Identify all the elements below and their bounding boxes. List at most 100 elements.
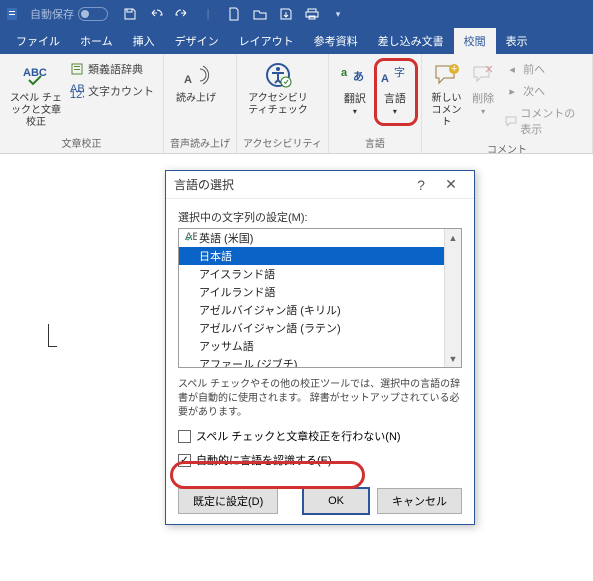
print-icon[interactable] — [304, 6, 320, 22]
delete-icon — [467, 59, 499, 91]
group-proofing: ABC スペル チェックと文章校正 類義語辞典 ABC123文字カウント 文章校… — [0, 54, 164, 153]
saveas-icon[interactable] — [278, 6, 294, 22]
tab-mailings[interactable]: 差し込み文書 — [368, 28, 454, 54]
tab-insert[interactable]: 挿入 — [123, 28, 165, 54]
qat-more-icon[interactable]: ▾ — [330, 6, 346, 22]
language-dialog: 言語の選択 ? ✕ 選択中の文字列の設定(M): ABC英語 (米国)日本語アイ… — [165, 170, 475, 525]
language-icon: A字 — [379, 59, 411, 91]
close-button[interactable]: ✕ — [436, 176, 466, 193]
language-label: 言語▾ — [384, 93, 406, 118]
group-a11y-label: アクセシビリティ — [243, 133, 322, 152]
group-a11y: アクセシビリティチェック アクセシビリティ — [237, 54, 329, 153]
nextcomment-button[interactable]: ▸次へ — [501, 81, 586, 101]
dialog-title: 言語の選択 — [174, 176, 406, 193]
language-button[interactable]: A字 言語▾ — [375, 57, 415, 120]
save-icon[interactable] — [122, 6, 138, 22]
group-speech: A 読み上げ 音声読み上げ — [164, 54, 237, 153]
tab-home[interactable]: ホーム — [70, 28, 123, 54]
thesaurus-button[interactable]: 類義語辞典 — [66, 59, 157, 79]
tab-design[interactable]: デザイン — [165, 28, 229, 54]
group-comments: + 新しいコメント 削除▾ ◂前へ ▸次へ コメントの表示 コメント — [422, 54, 593, 153]
wordcount-button[interactable]: ABC123文字カウント — [66, 81, 157, 101]
svg-text:A: A — [381, 73, 389, 85]
readaloud-icon: A — [180, 59, 212, 91]
app-icon — [4, 4, 24, 24]
a11y-button[interactable]: アクセシビリティチェック — [243, 57, 313, 119]
language-option[interactable]: アゼルバイジャン語 (ラテン) — [179, 319, 461, 337]
svg-text:123: 123 — [70, 89, 84, 98]
translate-icon: aあ — [339, 59, 371, 91]
dialog-header: 言語の選択 ? ✕ — [166, 171, 474, 199]
a11y-icon — [262, 59, 294, 91]
group-comments-label: コメント — [428, 139, 586, 158]
toggle-pill-icon — [78, 7, 108, 21]
scroll-down-icon[interactable]: ▼ — [445, 350, 461, 367]
list-label: 選択中の文字列の設定(M): — [178, 209, 462, 225]
deletecomment-button[interactable]: 削除▾ — [465, 57, 501, 120]
ribbon: ABC スペル チェックと文章校正 類義語辞典 ABC123文字カウント 文章校… — [0, 54, 593, 154]
undo-icon[interactable] — [148, 6, 164, 22]
readaloud-label: 読み上げ — [176, 93, 216, 105]
autosave-toggle[interactable]: 自動保存 — [30, 6, 108, 22]
language-option[interactable]: アイスランド語 — [179, 265, 461, 283]
readaloud-button[interactable]: A 読み上げ — [170, 57, 222, 107]
prevcomment-button[interactable]: ◂前へ — [501, 59, 586, 79]
thesaurus-icon — [69, 61, 85, 77]
tab-references[interactable]: 参考資料 — [304, 28, 368, 54]
dialog-footer: 既定に設定(D) OK キャンセル — [166, 478, 474, 524]
checkbox-autodetect[interactable]: ✓ 自動的に言語を認識する(E) — [178, 452, 462, 468]
showcomments-button[interactable]: コメントの表示 — [501, 103, 586, 139]
svg-text:字: 字 — [394, 65, 405, 79]
language-listbox[interactable]: ABC英語 (米国)日本語アイスランド語アイルランド語アゼルバイジャン語 (キリ… — [178, 228, 462, 368]
group-language: aあ 翻訳▾ A字 言語▾ 言語 — [329, 54, 422, 153]
svg-text:ABC: ABC — [23, 67, 47, 79]
doc-icon[interactable] — [226, 6, 242, 22]
newcomment-icon: + — [431, 59, 463, 91]
spellcheck-label: スペル チェックと文章校正 — [8, 93, 64, 129]
language-option[interactable]: アイルランド語 — [179, 283, 461, 301]
svg-text:a: a — [341, 67, 348, 79]
svg-text:+: + — [451, 63, 457, 75]
next-icon: ▸ — [504, 83, 520, 99]
group-proofing-label: 文章校正 — [6, 133, 157, 152]
qat-sep: | — [200, 6, 216, 22]
title-bar: 自動保存 | ▾ — [0, 0, 593, 28]
language-option[interactable]: ABC英語 (米国) — [179, 229, 461, 247]
open-icon[interactable] — [252, 6, 268, 22]
newcomment-label: 新しいコメント — [430, 93, 463, 129]
tab-view[interactable]: 表示 — [496, 28, 538, 54]
document-area[interactable] — [0, 154, 180, 454]
tab-review[interactable]: 校閲 — [454, 28, 496, 54]
spellcheck-button[interactable]: ABC スペル チェックと文章校正 — [6, 57, 66, 131]
ok-button[interactable]: OK — [303, 488, 369, 514]
checkbox-noproof[interactable]: スペル チェックと文章校正を行わない(N) — [178, 428, 462, 444]
a11y-label: アクセシビリティチェック — [245, 93, 311, 117]
scrollbar[interactable]: ▲ ▼ — [444, 229, 461, 367]
dialog-note: スペル チェックやその他の校正ツールでは、選択中の言語の辞書が自動的に使用されま… — [178, 378, 462, 420]
translate-label: 翻訳▾ — [344, 93, 366, 118]
tab-layout[interactable]: レイアウト — [229, 28, 304, 54]
ribbon-tabs: ファイル ホーム 挿入 デザイン レイアウト 参考資料 差し込み文書 校閲 表示 — [0, 28, 593, 54]
group-speech-label: 音声読み上げ — [170, 133, 230, 152]
language-option[interactable]: アッサム語 — [179, 337, 461, 355]
cancel-button[interactable]: キャンセル — [377, 488, 462, 514]
language-option[interactable]: アゼルバイジャン語 (キリル) — [179, 301, 461, 319]
show-icon — [504, 113, 517, 129]
language-option[interactable]: アファール (ジブチ) — [179, 355, 461, 368]
svg-text:A: A — [184, 74, 192, 86]
delete-label: 削除▾ — [472, 93, 494, 118]
help-button[interactable]: ? — [406, 177, 436, 193]
prev-icon: ◂ — [504, 61, 520, 77]
translate-button[interactable]: aあ 翻訳▾ — [335, 57, 375, 120]
tab-file[interactable]: ファイル — [6, 28, 70, 54]
wordcount-icon: ABC123 — [69, 83, 85, 99]
svg-text:あ: あ — [353, 70, 364, 83]
group-language-label: 言語 — [335, 133, 415, 152]
newcomment-button[interactable]: + 新しいコメント — [428, 57, 465, 131]
autosave-label: 自動保存 — [30, 6, 74, 22]
scroll-up-icon[interactable]: ▲ — [445, 229, 461, 246]
language-option[interactable]: 日本語 — [179, 247, 461, 265]
redo-icon[interactable] — [174, 6, 190, 22]
checkbox-icon: ✓ — [178, 454, 191, 467]
default-button[interactable]: 既定に設定(D) — [178, 488, 278, 514]
